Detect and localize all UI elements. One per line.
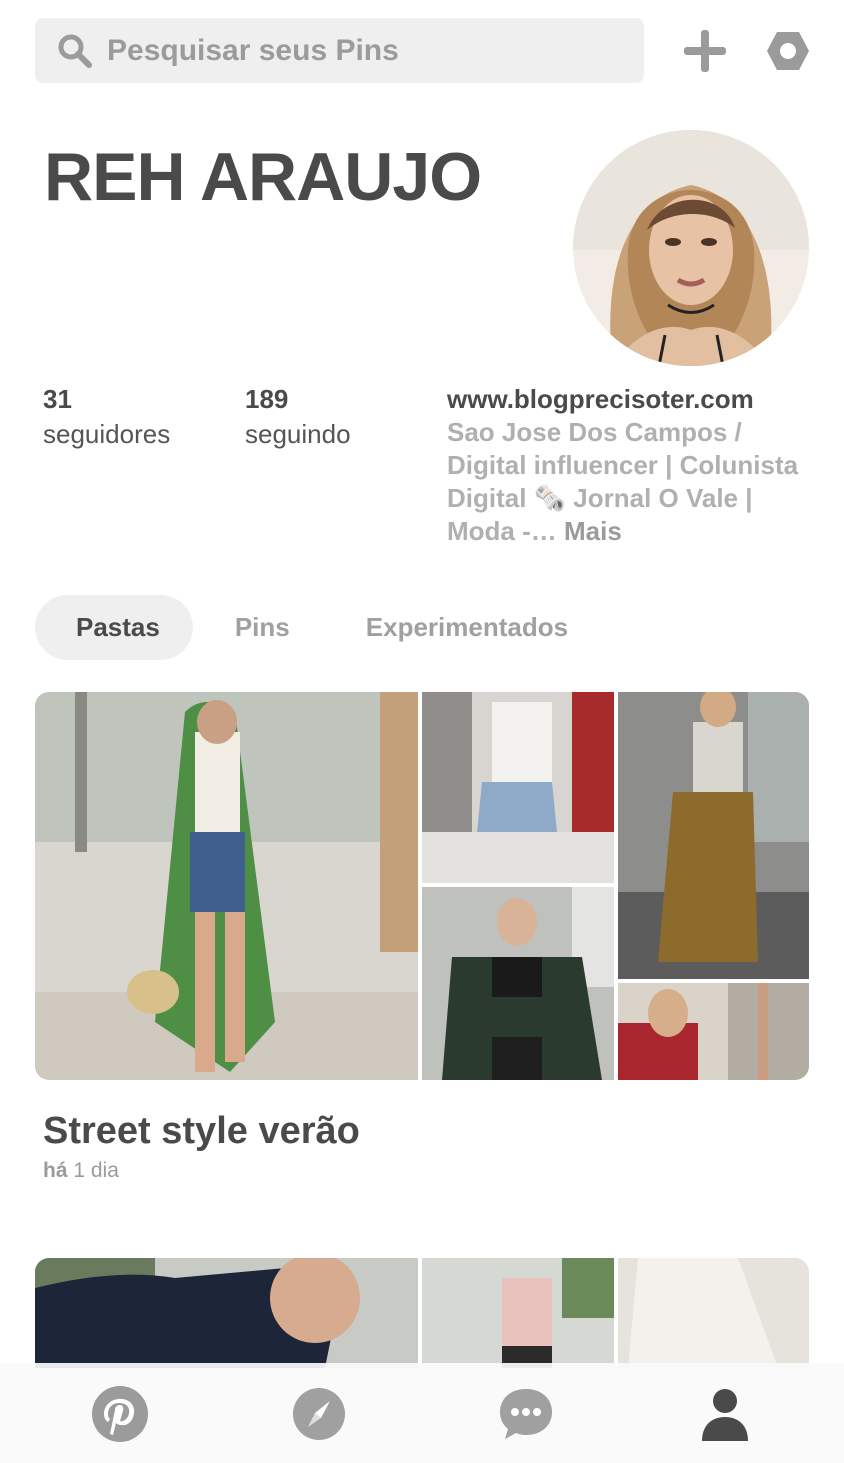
board-updated-prefix: há xyxy=(43,1159,68,1182)
board-image-2 xyxy=(422,692,614,883)
board-updated: há 1 dia xyxy=(43,1159,119,1183)
tab-experimentados[interactable]: Experimentados xyxy=(366,595,568,660)
avatar[interactable] xyxy=(573,130,809,366)
bio-text: Sao Jose Dos Campos / Digital influencer… xyxy=(447,417,799,546)
board-title[interactable]: Street style verão xyxy=(43,1110,360,1153)
settings-button[interactable] xyxy=(766,29,810,73)
following-stat[interactable]: 189 seguindo xyxy=(245,384,351,450)
bio-more-link[interactable]: Mais xyxy=(564,516,622,546)
followers-label: seguidores xyxy=(43,419,171,449)
board-card[interactable] xyxy=(35,1258,809,1368)
board-updated-value: 1 dia xyxy=(73,1159,119,1182)
board-image-5 xyxy=(618,983,809,1080)
board-cover-image xyxy=(35,1258,418,1368)
gear-icon xyxy=(767,32,809,70)
top-bar: Pesquisar seus Pins xyxy=(0,0,844,100)
pinterest-home-icon[interactable] xyxy=(91,1385,149,1443)
profile-name: REH ARAUJO xyxy=(44,139,482,215)
search-placeholder: Pesquisar seus Pins xyxy=(107,33,399,67)
plus-icon xyxy=(684,30,726,72)
search-input[interactable]: Pesquisar seus Pins xyxy=(35,18,644,83)
tab-pins[interactable]: Pins xyxy=(235,595,290,660)
followers-count: 31 xyxy=(43,384,72,414)
following-count: 189 xyxy=(245,384,289,414)
board-collage[interactable] xyxy=(35,1258,809,1368)
tab-pastas[interactable]: Pastas xyxy=(35,595,193,660)
followers-stat[interactable]: 31 seguidores xyxy=(43,384,170,450)
board-image-3 xyxy=(422,887,614,1080)
board-image-3 xyxy=(618,1258,809,1368)
board-collage[interactable] xyxy=(35,692,809,1080)
add-pin-button[interactable] xyxy=(682,28,728,74)
search-icon xyxy=(58,34,92,68)
board-cover-image xyxy=(35,692,418,1080)
website-link[interactable]: www.blogprecisoter.com xyxy=(447,383,817,416)
profile-icon[interactable] xyxy=(696,1385,754,1443)
explore-compass-icon[interactable] xyxy=(290,1385,348,1443)
profile-tabs: Pastas Pins Experimentados xyxy=(35,595,568,660)
bottom-nav xyxy=(0,1363,844,1463)
board-image-2 xyxy=(422,1258,614,1368)
messages-icon[interactable] xyxy=(497,1385,555,1443)
profile-bio: www.blogprecisoter.com Sao Jose Dos Camp… xyxy=(447,383,817,548)
board-card[interactable]: Street style verão há 1 dia xyxy=(35,692,809,1182)
following-label: seguindo xyxy=(245,419,351,449)
board-image-4 xyxy=(618,692,809,979)
